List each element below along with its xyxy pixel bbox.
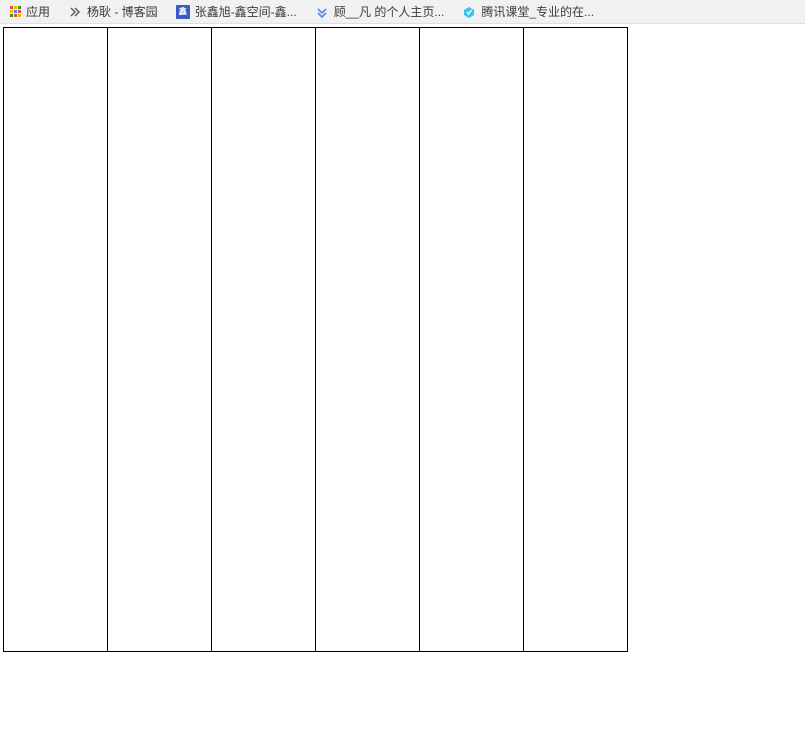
bookmark-label: 顾__凡 的个人主页... bbox=[334, 3, 445, 20]
bookmark-item-cnblogs[interactable]: 杨耿 - 博客园 bbox=[68, 3, 158, 20]
grid-column bbox=[107, 28, 211, 651]
tencent-icon bbox=[462, 5, 476, 19]
grid-column bbox=[315, 28, 419, 651]
bookmark-label: 腾讯课堂_专业的在... bbox=[481, 3, 594, 20]
grid-column bbox=[211, 28, 315, 651]
apps-icon bbox=[10, 6, 21, 17]
bookmark-label: 杨耿 - 博客园 bbox=[87, 3, 158, 20]
cnblogs-icon bbox=[68, 5, 82, 19]
bookmark-item-zxx[interactable]: 鑫 张鑫旭-鑫空间-鑫... bbox=[176, 3, 297, 20]
grid-column bbox=[523, 28, 628, 651]
apps-shortcut[interactable]: 应用 bbox=[10, 3, 50, 20]
zxx-icon: 鑫 bbox=[176, 5, 190, 19]
chevrons-down-icon bbox=[315, 5, 329, 19]
bookmark-label: 张鑫旭-鑫空间-鑫... bbox=[195, 3, 297, 20]
grid-column bbox=[419, 28, 523, 651]
apps-label: 应用 bbox=[26, 3, 50, 20]
bookmark-item-tencent[interactable]: 腾讯课堂_专业的在... bbox=[462, 3, 594, 20]
grid-container bbox=[3, 27, 628, 652]
bookmark-bar: 应用 杨耿 - 博客园 鑫 张鑫旭-鑫空间-鑫... 顾__凡 的个人主页... bbox=[0, 0, 805, 24]
bookmark-item-gufan[interactable]: 顾__凡 的个人主页... bbox=[315, 3, 445, 20]
grid-column bbox=[3, 28, 107, 651]
page-content bbox=[0, 24, 805, 652]
